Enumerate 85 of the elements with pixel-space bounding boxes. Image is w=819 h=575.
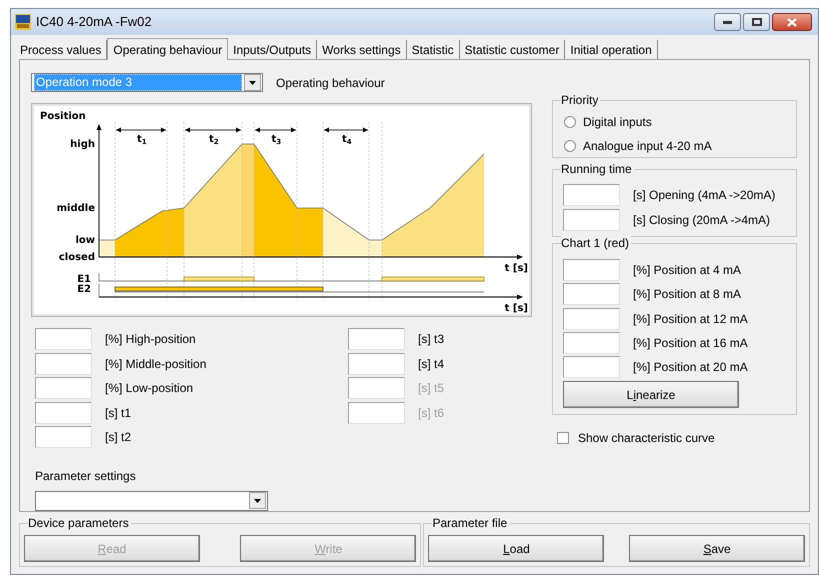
input-field[interactable] xyxy=(563,184,620,206)
tab[interactable]: Operating behaviour xyxy=(107,38,228,60)
group-title: Running time xyxy=(561,161,634,177)
field-label: Operating behaviour xyxy=(276,74,385,92)
checkbox[interactable] xyxy=(557,432,569,444)
dimension-arrow xyxy=(116,128,166,132)
signal-label: E2 xyxy=(77,284,91,295)
field-label: [%] Position at 20 mA xyxy=(633,359,748,376)
checkbox-label: Show characteristic curve xyxy=(578,430,715,447)
tab[interactable]: Statistic customer xyxy=(460,40,566,59)
input-field[interactable] xyxy=(563,283,620,306)
dimension-arrow xyxy=(184,128,242,132)
dropdown-button[interactable] xyxy=(244,74,261,91)
signal-bar xyxy=(184,276,254,282)
level-label: high xyxy=(70,139,95,150)
field-label: [%] High-position xyxy=(105,331,196,348)
field-label: [s] t6 xyxy=(418,404,444,422)
file-button[interactable]: Save xyxy=(629,535,805,562)
field-label: [s] Opening (4mA ->20mA) xyxy=(633,186,776,204)
tab[interactable]: Initial operation xyxy=(565,40,658,59)
caret-icon xyxy=(249,80,256,84)
field-label: [%] Middle-position xyxy=(105,356,206,373)
input-field[interactable] xyxy=(348,377,405,400)
input-field[interactable] xyxy=(563,259,620,282)
minimize-button[interactable] xyxy=(714,13,741,31)
input-field[interactable] xyxy=(563,356,620,378)
dimension-arrow xyxy=(254,128,296,132)
parameter-settings-dropdown[interactable] xyxy=(35,490,268,510)
group-title: Device parameters xyxy=(28,515,131,531)
level-label: low xyxy=(75,235,95,246)
input-field[interactable] xyxy=(35,402,92,424)
radio-label: Digital inputs xyxy=(583,114,652,131)
close-icon xyxy=(787,18,797,26)
field-label: [%] Position at 16 mA xyxy=(633,335,748,352)
group-title: Chart 1 (red) xyxy=(561,235,632,251)
interval-label: t$_{4}$ xyxy=(342,134,352,146)
field-label: Parameter settings xyxy=(35,468,137,484)
tab[interactable]: Inputs/Outputs xyxy=(228,40,318,59)
tab[interactable]: Statistic xyxy=(406,40,460,59)
radio-button[interactable] xyxy=(564,116,576,128)
field-label: [%] Low-position xyxy=(105,380,194,398)
interval-label: t$_{3}$ xyxy=(272,134,282,146)
tab[interactable]: Works settings xyxy=(317,40,407,59)
axis-title: Position xyxy=(40,111,86,122)
close-button[interactable] xyxy=(772,13,812,31)
input-field[interactable] xyxy=(35,352,92,375)
caret-icon xyxy=(254,498,261,502)
interval-label: t$_{2}$ xyxy=(209,134,219,146)
app-icon xyxy=(15,14,31,30)
maximize-button[interactable] xyxy=(743,13,770,31)
maximize-icon xyxy=(752,18,762,26)
field-label: [s] t3 xyxy=(418,331,444,348)
field-label: [s] t5 xyxy=(418,380,444,398)
input-field[interactable] xyxy=(563,332,620,354)
axis-label: t [s] xyxy=(504,263,528,274)
input-field[interactable] xyxy=(348,352,405,375)
linearize-button[interactable]: Linearize xyxy=(563,381,739,408)
field-label: [s] Closing (20mA ->4mA) xyxy=(633,212,770,228)
input-field[interactable] xyxy=(563,208,620,230)
input-field[interactable] xyxy=(35,377,92,400)
dimension-arrow xyxy=(324,128,368,132)
field-label: [%] Position at 4 mA xyxy=(633,262,742,280)
signal-label: E1 xyxy=(77,274,91,285)
field-label: [s] t1 xyxy=(105,404,132,422)
field-label: [%] Position at 8 mA xyxy=(633,286,742,304)
input-field[interactable] xyxy=(348,328,405,350)
input-field[interactable] xyxy=(563,308,620,330)
radio-button[interactable] xyxy=(564,140,576,152)
field-label: [%] Position at 12 mA xyxy=(633,310,748,328)
input-field[interactable] xyxy=(348,402,405,424)
group-title: Priority xyxy=(561,92,600,108)
input-field[interactable] xyxy=(35,426,92,448)
dropdown-button[interactable] xyxy=(249,492,266,509)
level-label: middle xyxy=(56,203,95,214)
interval-label: t$_{1}$ xyxy=(137,134,147,146)
dropdown-value: Operation mode 3 xyxy=(34,74,242,91)
input-field[interactable] xyxy=(35,328,92,350)
window-title: IC40 4-20mA -Fw02 xyxy=(36,13,152,32)
field-label: [s] t4 xyxy=(418,356,444,373)
axis-label: t [s] xyxy=(504,303,528,314)
file-button[interactable]: Load xyxy=(428,535,604,562)
level-label: closed xyxy=(58,252,95,263)
radio-label: Analogue input 4-20 mA xyxy=(583,138,712,155)
field-label: [s] t2 xyxy=(105,429,132,446)
minimize-icon xyxy=(723,20,732,24)
